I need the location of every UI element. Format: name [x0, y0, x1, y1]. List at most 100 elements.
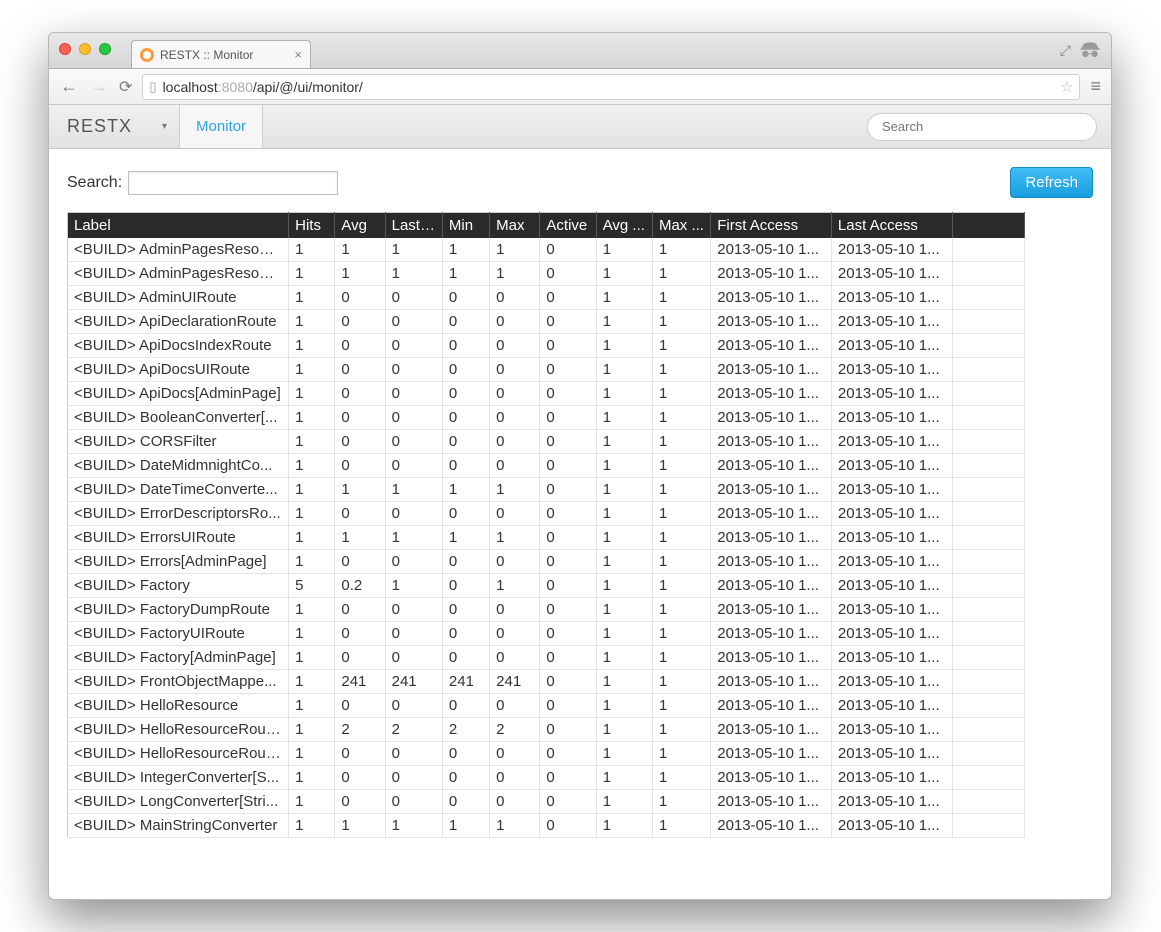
header-search-input[interactable] [867, 113, 1097, 141]
cell-hits: 1 [289, 790, 335, 814]
table-row[interactable]: <BUILD> ApiDeclarationRoute100000112013-… [68, 310, 1025, 334]
cell-active: 0 [540, 574, 596, 598]
table-row[interactable]: <BUILD> ApiDocsIndexRoute100000112013-05… [68, 334, 1025, 358]
cell-active: 0 [540, 454, 596, 478]
table-row[interactable]: <BUILD> HelloResourceRout...100000112013… [68, 742, 1025, 766]
table-row[interactable]: <BUILD> HelloResourceRouter122220112013-… [68, 718, 1025, 742]
menu-icon[interactable]: ≡ [1090, 76, 1101, 97]
column-header[interactable]: Avg [335, 213, 385, 239]
cell-first: 2013-05-10 1... [711, 334, 832, 358]
cell-active: 0 [540, 262, 596, 286]
cell-first: 2013-05-10 1... [711, 622, 832, 646]
column-header[interactable]: Max [490, 213, 540, 239]
cell-avg: 0 [335, 646, 385, 670]
nav-monitor[interactable]: Monitor [180, 105, 263, 148]
reload-icon[interactable]: ⟳ [119, 77, 132, 97]
cell-empty [952, 526, 1024, 550]
column-header[interactable]: Active [540, 213, 596, 239]
cell-avg: 0 [335, 598, 385, 622]
brand-dropdown[interactable]: ▾ [150, 105, 180, 148]
column-header[interactable]: Min [442, 213, 489, 239]
cell-avga: 1 [596, 742, 652, 766]
maximize-window-icon[interactable] [99, 43, 111, 55]
table-row[interactable]: <BUILD> AdminPagesResource111110112013-0… [68, 238, 1025, 262]
cell-first: 2013-05-10 1... [711, 358, 832, 382]
browser-tab[interactable]: RESTX :: Monitor × [131, 40, 311, 68]
column-header[interactable]: Last ... [385, 213, 442, 239]
table-row[interactable]: <BUILD> ApiDocs[AdminPage]100000112013-0… [68, 382, 1025, 406]
cell-avga: 1 [596, 598, 652, 622]
cell-hits: 1 [289, 478, 335, 502]
column-header[interactable]: First Access [711, 213, 832, 239]
content-area: Search: Refresh LabelHitsAvgLast ...MinM… [49, 149, 1111, 838]
address-bar[interactable]: ▯ localhost:8080/api/@/ui/monitor/ ☆ [142, 74, 1080, 100]
column-header[interactable]: Max ... [652, 213, 710, 239]
table-row[interactable]: <BUILD> LongConverter[Stri...10000011201… [68, 790, 1025, 814]
cell-last: 1 [385, 262, 442, 286]
cell-last: 0 [385, 598, 442, 622]
app-header: RESTX ▾ Monitor [49, 105, 1111, 149]
cell-maxa: 1 [652, 574, 710, 598]
table-row[interactable]: <BUILD> AdminUIRoute100000112013-05-10 1… [68, 286, 1025, 310]
cell-label: <BUILD> AdminPagesResource [68, 238, 289, 262]
column-header[interactable]: Last Access [831, 213, 952, 239]
table-row[interactable]: <BUILD> FrontObjectMappe...1241241241241… [68, 670, 1025, 694]
table-row[interactable]: <BUILD> IntegerConverter[S...10000011201… [68, 766, 1025, 790]
cell-empty [952, 622, 1024, 646]
table-row[interactable]: <BUILD> DateMidmnightCo...100000112013-0… [68, 454, 1025, 478]
column-header[interactable]: Label [68, 213, 289, 239]
table-row[interactable]: <BUILD> ErrorDescriptorsRo...10000011201… [68, 502, 1025, 526]
cell-empty [952, 262, 1024, 286]
table-row[interactable]: <BUILD> HelloResource100000112013-05-10 … [68, 694, 1025, 718]
table-row[interactable]: <BUILD> Factory[AdminPage]100000112013-0… [68, 646, 1025, 670]
table-row[interactable]: <BUILD> DateTimeConverte...111110112013-… [68, 478, 1025, 502]
column-header[interactable] [952, 213, 1024, 239]
cell-empty [952, 574, 1024, 598]
cell-first: 2013-05-10 1... [711, 502, 832, 526]
cell-avga: 1 [596, 526, 652, 550]
cell-empty [952, 382, 1024, 406]
table-row[interactable]: <BUILD> ApiDocsUIRoute100000112013-05-10… [68, 358, 1025, 382]
cell-hits: 1 [289, 598, 335, 622]
table-row[interactable]: <BUILD> Errors[AdminPage]100000112013-05… [68, 550, 1025, 574]
cell-active: 0 [540, 358, 596, 382]
cell-last: 0 [385, 550, 442, 574]
table-search-input[interactable] [128, 171, 338, 195]
table-row[interactable]: <BUILD> AdminPagesResour...111110112013-… [68, 262, 1025, 286]
bookmark-star-icon[interactable]: ☆ [1060, 78, 1073, 96]
cell-empty [952, 238, 1024, 262]
cell-empty [952, 430, 1024, 454]
cell-lastacc: 2013-05-10 1... [831, 382, 952, 406]
cell-active: 0 [540, 718, 596, 742]
fullscreen-icon[interactable]: ⤢ [1060, 42, 1071, 59]
cell-hits: 1 [289, 526, 335, 550]
cell-lastacc: 2013-05-10 1... [831, 334, 952, 358]
cell-last: 0 [385, 310, 442, 334]
back-icon[interactable]: ← [59, 76, 79, 97]
cell-empty [952, 358, 1024, 382]
refresh-button[interactable]: Refresh [1010, 167, 1093, 198]
cell-label: <BUILD> FactoryDumpRoute [68, 598, 289, 622]
close-window-icon[interactable] [59, 43, 71, 55]
column-header[interactable]: Hits [289, 213, 335, 239]
table-row[interactable]: <BUILD> FactoryUIRoute100000112013-05-10… [68, 622, 1025, 646]
table-row[interactable]: <BUILD> FactoryDumpRoute100000112013-05-… [68, 598, 1025, 622]
cell-label: <BUILD> Errors[AdminPage] [68, 550, 289, 574]
column-header[interactable]: Avg ... [596, 213, 652, 239]
forward-icon[interactable]: → [89, 76, 109, 97]
table-row[interactable]: <BUILD> CORSFilter100000112013-05-10 1..… [68, 430, 1025, 454]
chevron-down-icon: ▾ [162, 121, 167, 132]
cell-min: 0 [442, 286, 489, 310]
minimize-window-icon[interactable] [79, 43, 91, 55]
close-tab-icon[interactable]: × [294, 47, 302, 62]
table-row[interactable]: <BUILD> ErrorsUIRoute111110112013-05-10 … [68, 526, 1025, 550]
cell-avg: 0 [335, 622, 385, 646]
cell-maxa: 1 [652, 814, 710, 838]
table-row[interactable]: <BUILD> Factory50.21010112013-05-10 1...… [68, 574, 1025, 598]
table-row[interactable]: <BUILD> MainStringConverter111110112013-… [68, 814, 1025, 838]
table-row[interactable]: <BUILD> BooleanConverter[...100000112013… [68, 406, 1025, 430]
cell-avga: 1 [596, 574, 652, 598]
cell-maxa: 1 [652, 430, 710, 454]
cell-maxa: 1 [652, 502, 710, 526]
brand-title[interactable]: RESTX [49, 105, 150, 148]
